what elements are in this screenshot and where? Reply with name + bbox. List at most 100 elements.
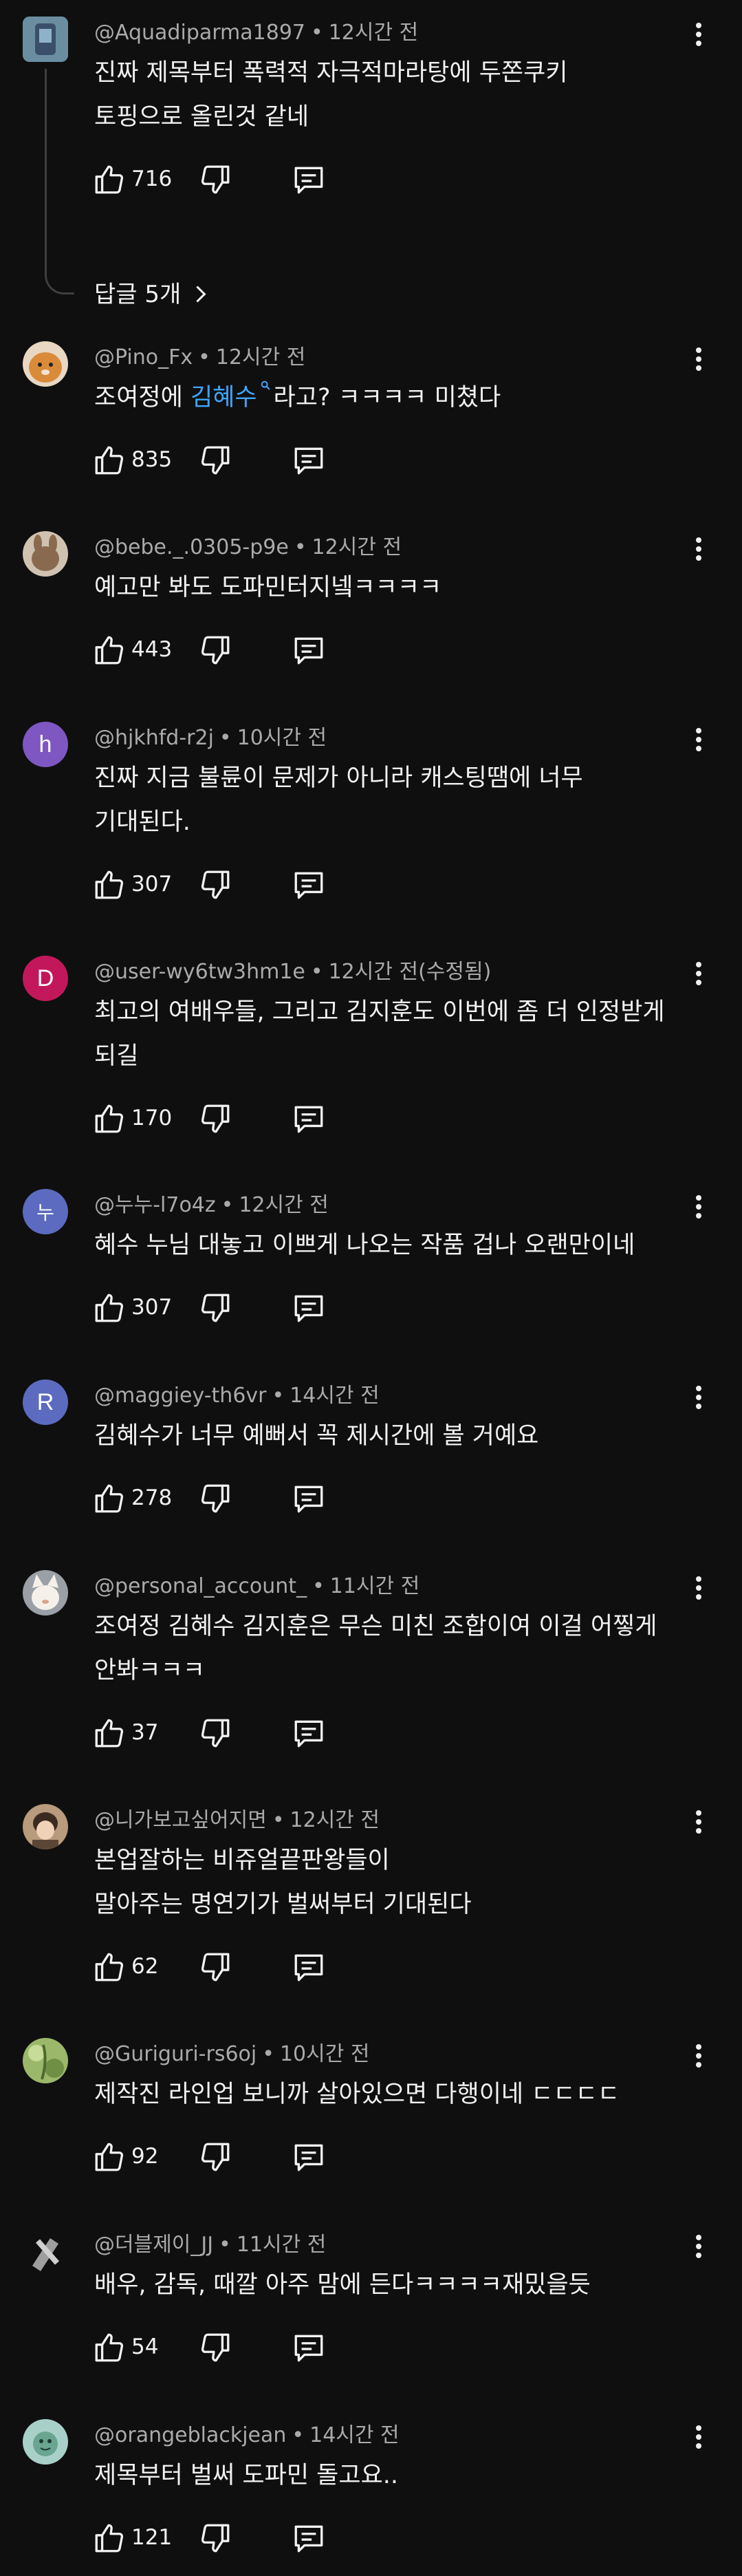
thumbs-down-icon[interactable] (198, 162, 232, 197)
separator: • (311, 21, 323, 45)
thumbs-down-icon[interactable] (198, 633, 232, 667)
more-vert-icon[interactable] (688, 2233, 709, 2260)
separator: • (312, 1574, 325, 1598)
comment-time: 11시간 전 (329, 1574, 420, 1598)
search-icon (261, 380, 270, 390)
comment-header: @personal_account_ • 11시간 전 (94, 1573, 419, 1600)
author-name[interactable]: @누누-l7o4z (94, 1193, 216, 1217)
author-name[interactable]: @니가보고싶어지면 (94, 1808, 267, 1832)
thread-line (45, 69, 74, 294)
reply-icon[interactable] (292, 162, 326, 197)
more-vert-icon[interactable] (688, 535, 709, 563)
thumbs-down-icon[interactable] (198, 2140, 232, 2174)
author-name[interactable]: @Aquadiparma1897 (94, 21, 305, 45)
avatar[interactable] (23, 2419, 68, 2465)
author-name[interactable]: @orangeblackjean (94, 2423, 286, 2447)
reply-icon[interactable] (292, 1950, 326, 1984)
thumbs-up-icon[interactable] (92, 1950, 127, 1984)
comment-text: 제목부터 벌써 도파민 돌고요.. (94, 2462, 399, 2489)
thumbs-down-icon[interactable] (198, 1950, 232, 1984)
comment-time: 14시간 전 (309, 2423, 400, 2447)
more-vert-icon[interactable] (688, 1193, 709, 1221)
avatar[interactable]: h (23, 722, 68, 767)
more-vert-icon[interactable] (688, 1384, 709, 1411)
reply-icon[interactable] (292, 443, 326, 477)
author-name[interactable]: @Pino_Fx (94, 345, 193, 369)
more-vert-icon[interactable] (688, 960, 709, 987)
author-name[interactable]: @Guriguri-rs6oj (94, 2042, 257, 2066)
more-vert-icon[interactable] (688, 1574, 709, 1602)
reply-icon[interactable] (292, 2140, 326, 2174)
author-name[interactable]: @personal_account_ (94, 1574, 307, 1598)
like-count: 170 (131, 1106, 173, 1130)
like-count: 716 (131, 167, 173, 191)
more-vert-icon[interactable] (688, 21, 709, 48)
comment-text: 진짜 제목부터 폭력적 자극적마라탕에 두쫀쿠키 토핑으로 올린것 같네 (94, 59, 568, 131)
separator: • (310, 960, 323, 984)
thumbs-up-icon[interactable] (92, 2330, 127, 2365)
comment-time: 12시간 전 (239, 1193, 329, 1217)
avatar[interactable] (23, 2038, 68, 2083)
avatar[interactable]: R (23, 1380, 68, 1425)
thumbs-down-icon[interactable] (198, 1481, 232, 1516)
reply-icon[interactable] (292, 1102, 326, 1136)
thumbs-down-icon[interactable] (198, 2521, 232, 2555)
more-vert-icon[interactable] (688, 345, 709, 373)
thumbs-down-icon[interactable] (198, 1716, 232, 1750)
thumbs-up-icon[interactable] (92, 1481, 127, 1516)
reply-icon[interactable] (292, 868, 326, 902)
mention-link[interactable]: 김혜수 (190, 380, 274, 411)
comment-time: 10시간 전 (279, 2042, 370, 2066)
thumbs-up-icon[interactable] (92, 2140, 127, 2174)
comment-header: @orangeblackjean • 14시간 전 (94, 2422, 400, 2449)
avatar[interactable]: 누 (23, 1189, 68, 1234)
thumbs-up-icon[interactable] (92, 162, 127, 197)
like-count: 443 (131, 637, 173, 662)
thumbs-down-icon[interactable] (198, 1102, 232, 1136)
separator: • (219, 726, 232, 750)
avatar[interactable] (23, 17, 68, 62)
reply-icon[interactable] (292, 1716, 326, 1750)
reply-icon[interactable] (292, 2330, 326, 2365)
comment-time: 12시간 전 (215, 345, 306, 369)
reply-icon[interactable] (292, 2521, 326, 2555)
like-count: 92 (131, 2144, 159, 2169)
thumbs-up-icon[interactable] (92, 1102, 127, 1136)
thumbs-down-icon[interactable] (198, 443, 232, 477)
thumbs-down-icon[interactable] (198, 868, 232, 902)
comment-header: @hjkhfd-r2j • 10시간 전 (94, 724, 327, 752)
more-vert-icon[interactable] (688, 2042, 709, 2070)
reply-icon[interactable] (292, 1291, 326, 1325)
avatar[interactable] (23, 2229, 68, 2274)
thumbs-up-icon[interactable] (92, 1291, 127, 1325)
thumbs-up-icon[interactable] (92, 2521, 127, 2555)
avatar[interactable]: D (23, 956, 68, 1001)
author-name[interactable]: @maggiey-th6vr (94, 1384, 267, 1408)
separator: • (294, 535, 307, 559)
author-name[interactable]: @hjkhfd-r2j (94, 726, 214, 750)
more-vert-icon[interactable] (688, 726, 709, 753)
view-replies-button[interactable]: 답글 5개 (94, 275, 206, 309)
author-name[interactable]: @user-wy6tw3hm1e (94, 960, 305, 984)
comment-header: @Pino_Fx • 12시간 전 (94, 344, 305, 372)
more-vert-icon[interactable] (688, 1808, 709, 1836)
avatar[interactable] (23, 1804, 68, 1849)
chevron-right-icon (189, 286, 206, 303)
thumbs-up-icon[interactable] (92, 1716, 127, 1750)
thumbs-up-icon[interactable] (92, 443, 127, 477)
avatar[interactable] (23, 341, 68, 387)
avatar[interactable] (23, 1570, 68, 1616)
more-vert-icon[interactable] (688, 2423, 709, 2451)
reply-icon[interactable] (292, 1481, 326, 1516)
thumbs-down-icon[interactable] (198, 1291, 232, 1325)
thumbs-up-icon[interactable] (92, 868, 127, 902)
thumbs-down-icon[interactable] (198, 2330, 232, 2365)
thumbs-up-icon[interactable] (92, 633, 127, 667)
author-name[interactable]: @bebe._.0305-p9e (94, 535, 289, 559)
comment-header: @Aquadiparma1897 • 12시간 전 (94, 19, 418, 47)
author-name[interactable]: @더블제이_JJ (94, 2233, 213, 2257)
avatar[interactable] (23, 531, 68, 577)
comment-time: 14시간 전 (290, 1384, 380, 1408)
reply-icon[interactable] (292, 633, 326, 667)
like-count: 835 (131, 447, 173, 472)
